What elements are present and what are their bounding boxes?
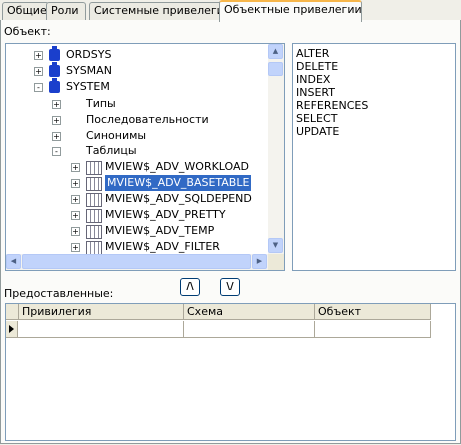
column-header-schema[interactable]: Схема [184, 304, 315, 320]
expand-icon[interactable]: + [52, 116, 61, 125]
privilege-item-alter[interactable]: ALTER [296, 47, 329, 60]
expand-icon[interactable]: + [34, 51, 43, 60]
tree-node-label: Типы [86, 97, 116, 110]
tree-node[interactable]: + Синонимы [6, 128, 266, 144]
tree-node[interactable]: - SYSTEM [6, 78, 266, 95]
expand-icon[interactable]: + [52, 100, 61, 109]
expand-icon[interactable]: + [71, 227, 80, 236]
expand-icon[interactable]: + [71, 211, 80, 220]
tree-node[interactable]: + MVIEW$_ADV_FILTER [6, 239, 266, 255]
scroll-right-button[interactable]: ▶ [252, 254, 267, 269]
table-icon [86, 161, 102, 175]
tree-vertical-scrollbar[interactable]: ▲ ▼ [268, 44, 284, 254]
database-icon [49, 78, 60, 93]
move-up-button[interactable]: /\ [180, 278, 200, 296]
privilege-item-index[interactable]: INDEX [296, 73, 330, 86]
tree-node-label: MVIEW$_ADV_FILTER [105, 240, 220, 253]
tree-node-label: Синонимы [86, 129, 147, 142]
tab-system-privileges[interactable]: Системные привелегии [89, 2, 231, 20]
table-icon [86, 209, 102, 223]
tab-strip: Общие Роли Системные привелегии Объектны… [0, 0, 461, 22]
object-tree[interactable]: + ORDSYS + SYSMAN - SYSTEM + Типы + Последователь… [5, 43, 285, 271]
scroll-left-button[interactable]: ◀ [6, 254, 21, 269]
expand-icon[interactable]: + [34, 67, 43, 76]
column-header-privilege[interactable]: Привилегия [19, 304, 184, 320]
tree-node-label: Последовательности [86, 113, 209, 126]
row-indicator[interactable] [6, 321, 18, 338]
privilege-item-insert[interactable]: INSERT [296, 86, 335, 99]
expand-icon[interactable]: + [71, 163, 80, 172]
tree-node[interactable]: + MVIEW$_ADV_PRETTY [6, 207, 266, 223]
expand-icon[interactable]: + [71, 195, 80, 204]
tree-horizontal-scrollbar[interactable]: ◀ ▶ [6, 254, 268, 270]
column-header-object[interactable]: Объект [315, 304, 431, 320]
expand-icon[interactable]: + [71, 179, 80, 188]
privilege-item-select[interactable]: SELECT [296, 112, 337, 125]
granted-grid[interactable]: Привилегия Схема Объект [5, 303, 456, 441]
tree-node-label: MVIEW$_ADV_WORKLOAD [105, 160, 249, 173]
tree-node-label: SYSTEM [66, 80, 110, 93]
tree-node-label: SYSMAN [66, 64, 112, 77]
tree-node-label: Таблицы [86, 144, 137, 157]
tree-node-label: MVIEW$_ADV_BASETABLE [105, 175, 252, 191]
database-icon [49, 46, 60, 61]
tab-general[interactable]: Общие [2, 2, 49, 20]
expand-icon[interactable]: + [71, 243, 80, 252]
privilege-item-update[interactable]: UPDATE [296, 125, 339, 138]
tree-node-label: ORDSYS [66, 48, 112, 61]
tree-node[interactable]: + MVIEW$_ADV_WORKLOAD [6, 159, 266, 175]
horizontal-scroll-thumb[interactable] [22, 254, 251, 269]
move-down-button[interactable]: \/ [220, 278, 240, 296]
object-label: Объект: [4, 25, 51, 38]
tree-node[interactable]: + MVIEW$_ADV_TEMP [6, 223, 266, 239]
tree-node-label: MVIEW$_ADV_PRETTY [105, 208, 226, 221]
scroll-up-button[interactable]: ▲ [268, 44, 283, 59]
scroll-thumb[interactable] [268, 62, 283, 76]
scroll-down-button[interactable]: ▼ [268, 238, 283, 253]
tree-node[interactable]: + SYSMAN [6, 62, 266, 79]
granted-label: Предоставленные: [4, 287, 114, 300]
table-icon [86, 225, 102, 239]
scroll-corner [268, 254, 284, 270]
grid-corner-header [6, 304, 19, 320]
grid-cell-privilege[interactable] [18, 321, 184, 338]
privilege-item-delete[interactable]: DELETE [296, 60, 338, 73]
tree-node-label: MVIEW$_ADV_TEMP [105, 224, 215, 237]
privilege-list[interactable]: ALTER DELETE INDEX INSERT REFERENCES SEL… [292, 43, 456, 271]
tree-node-label: MVIEW$_ADV_SQLDEPEND [105, 192, 252, 205]
tree-node[interactable]: - Таблицы [6, 143, 266, 159]
tree-node[interactable]: + Последовательности [6, 112, 266, 128]
tree-node[interactable]: + MVIEW$_ADV_BASETABLE [6, 175, 266, 191]
tree-node[interactable]: + MVIEW$_ADV_SQLDEPEND [6, 191, 266, 207]
table-icon [86, 177, 102, 191]
tree-node[interactable]: + ORDSYS [6, 46, 266, 63]
tree-node[interactable]: + Типы [6, 96, 266, 112]
tab-object-privileges[interactable]: Объектные привелегии [219, 0, 362, 22]
tab-roles[interactable]: Роли [46, 2, 86, 20]
table-icon [86, 241, 102, 255]
database-icon [49, 62, 60, 77]
grid-cell-schema[interactable] [184, 321, 315, 338]
table-icon [86, 193, 102, 207]
expand-icon[interactable]: + [52, 132, 61, 141]
privilege-item-references[interactable]: REFERENCES [296, 99, 368, 112]
grid-cell-object[interactable] [315, 321, 431, 338]
collapse-icon[interactable]: - [34, 83, 43, 92]
collapse-icon[interactable]: - [52, 147, 61, 156]
